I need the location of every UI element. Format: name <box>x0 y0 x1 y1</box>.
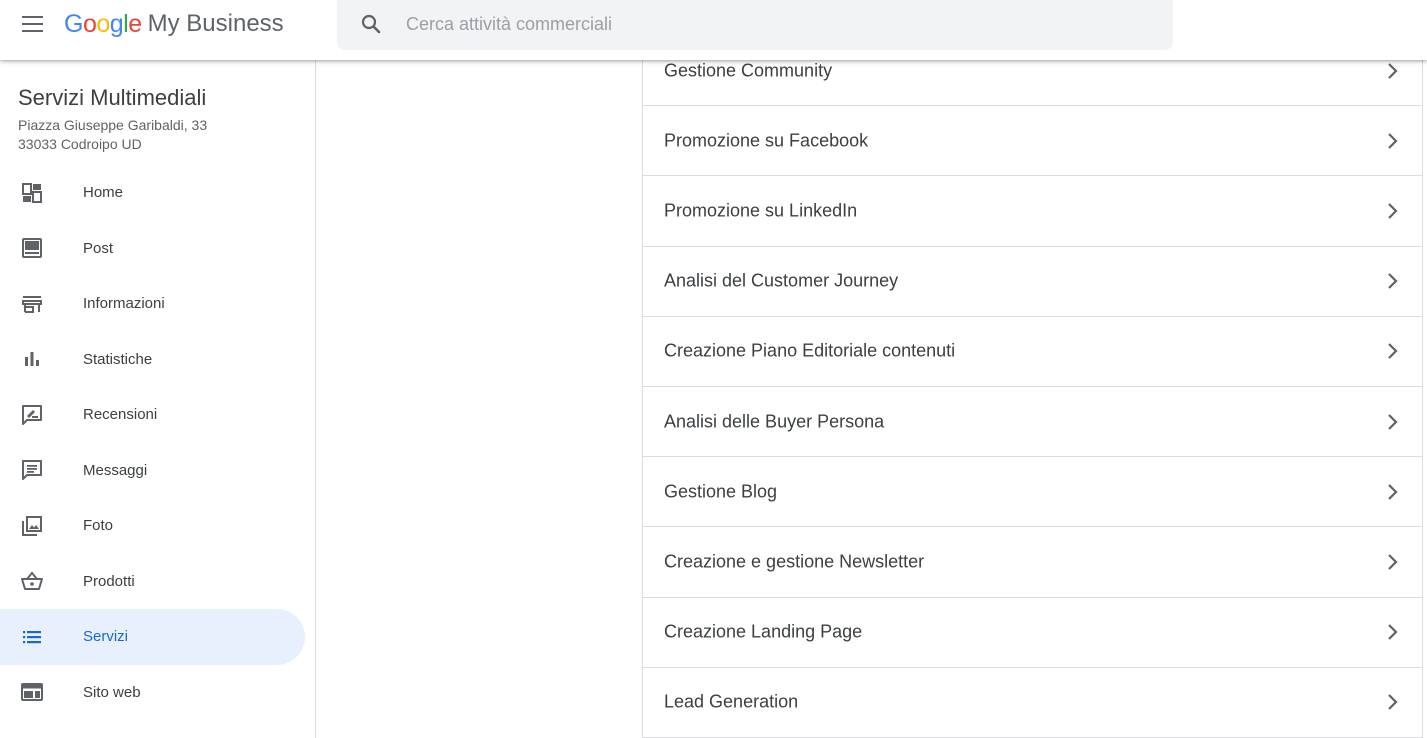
service-label: Promozione su LinkedIn <box>664 200 858 221</box>
sidebar: Servizi Multimediali Piazza Giuseppe Gar… <box>0 60 316 738</box>
search-icon[interactable] <box>359 12 383 36</box>
service-row[interactable]: Analisi del Customer Journey <box>643 247 1422 317</box>
chevron-right-icon <box>1388 203 1398 219</box>
service-label: Gestione Blog <box>664 481 778 502</box>
dashboard-icon <box>22 182 42 203</box>
list-icon <box>23 630 41 643</box>
sidebar-nav: Home Post Informazioni Statistiche Recension… <box>0 165 315 720</box>
logo-letter: o <box>96 9 110 38</box>
chevron-right-icon <box>1388 133 1398 149</box>
web-icon <box>21 683 43 702</box>
google-my-business-logo[interactable]: Google My Business <box>64 6 284 42</box>
service-label: Gestione Community <box>664 60 833 81</box>
business-address: Piazza Giuseppe Garibaldi, 33 33033 Codr… <box>18 116 207 154</box>
service-row[interactable]: Creazione Landing Page <box>643 598 1422 668</box>
service-label: Creazione e gestione Newsletter <box>664 551 925 572</box>
menu-icon[interactable] <box>20 12 46 36</box>
basket-icon <box>21 571 43 591</box>
chevron-right-icon <box>1388 62 1398 79</box>
address-line-2: 33033 Codroipo UD <box>18 136 142 152</box>
google-wordmark: Google <box>64 10 142 39</box>
chevron-right-icon <box>1388 554 1398 570</box>
sidebar-item-statistiche[interactable]: Statistiche <box>0 332 305 388</box>
sidebar-item-label: Home <box>83 184 124 202</box>
sidebar-item-post[interactable]: Post <box>0 221 305 277</box>
sidebar-item-label: Foto <box>83 517 114 535</box>
post-icon <box>22 238 42 259</box>
store-icon <box>22 295 42 313</box>
sidebar-item-label: Sito web <box>83 683 141 701</box>
chevron-right-icon <box>1388 273 1398 289</box>
sidebar-item-label: Servizi <box>83 628 129 646</box>
sidebar-item-informazioni[interactable]: Informazioni <box>0 276 305 332</box>
logo-letter: g <box>109 9 124 38</box>
service-row[interactable]: Lead Generation <box>643 668 1422 738</box>
address-line-1: Piazza Giuseppe Garibaldi, 33 <box>18 117 208 133</box>
search-input[interactable] <box>404 9 1148 39</box>
service-label: Analisi del Customer Journey <box>664 270 899 291</box>
chevron-right-icon <box>1388 343 1398 360</box>
service-row[interactable]: Promozione su Facebook <box>643 106 1422 177</box>
chevron-right-icon <box>1388 694 1398 711</box>
photo-library-icon <box>22 515 42 536</box>
sidebar-item-home[interactable]: Home <box>0 165 305 221</box>
chevron-right-icon <box>1388 483 1398 500</box>
sidebar-item-label: Prodotti <box>83 572 135 590</box>
service-label: Creazione Landing Page <box>664 621 863 642</box>
service-label: Creazione Piano Editoriale contenuti <box>664 340 956 361</box>
service-row[interactable]: Gestione Blog <box>643 457 1422 528</box>
sidebar-item-label: Recensioni <box>83 406 158 424</box>
logo-letter: e <box>128 9 142 38</box>
logo-letter: G <box>64 9 83 38</box>
sidebar-item-servizi[interactable]: Servizi <box>0 609 305 665</box>
logo-letter: o <box>82 9 97 38</box>
sidebar-item-label: Post <box>83 239 114 257</box>
service-label: Promozione su Facebook <box>664 130 869 151</box>
business-name: Servizi Multimediali <box>18 85 207 110</box>
service-label: Lead Generation <box>664 691 799 712</box>
services-list: Gestione Community Promozione su Facebook… <box>642 36 1423 738</box>
chevron-right-icon <box>1388 624 1398 640</box>
app-header: Google My Business <box>0 0 1427 60</box>
sidebar-item-recensioni[interactable]: Recensioni <box>0 387 305 443</box>
logo-product-name: My Business <box>147 10 284 37</box>
sidebar-item-foto[interactable]: Foto <box>0 498 305 554</box>
sidebar-item-messaggi[interactable]: Messaggi <box>0 443 305 499</box>
sidebar-item-sito-web[interactable]: Sito web <box>0 665 305 721</box>
chevron-right-icon <box>1388 413 1398 430</box>
service-row[interactable]: Promozione su LinkedIn <box>643 176 1422 247</box>
search-bar[interactable] <box>337 0 1173 50</box>
service-row[interactable]: Creazione Piano Editoriale contenuti <box>643 317 1422 387</box>
sidebar-item-prodotti[interactable]: Prodotti <box>0 554 305 610</box>
sidebar-item-label: Messaggi <box>83 461 148 479</box>
message-icon <box>22 460 42 481</box>
sidebar-item-label: Statistiche <box>83 350 153 368</box>
sidebar-item-label: Informazioni <box>83 295 165 313</box>
service-row[interactable]: Analisi delle Buyer Persona <box>643 387 1422 458</box>
service-row[interactable]: Creazione e gestione Newsletter <box>643 527 1422 598</box>
service-label: Analisi delle Buyer Persona <box>664 411 885 432</box>
bar-chart-icon <box>25 352 39 367</box>
rate-review-icon <box>22 404 42 425</box>
